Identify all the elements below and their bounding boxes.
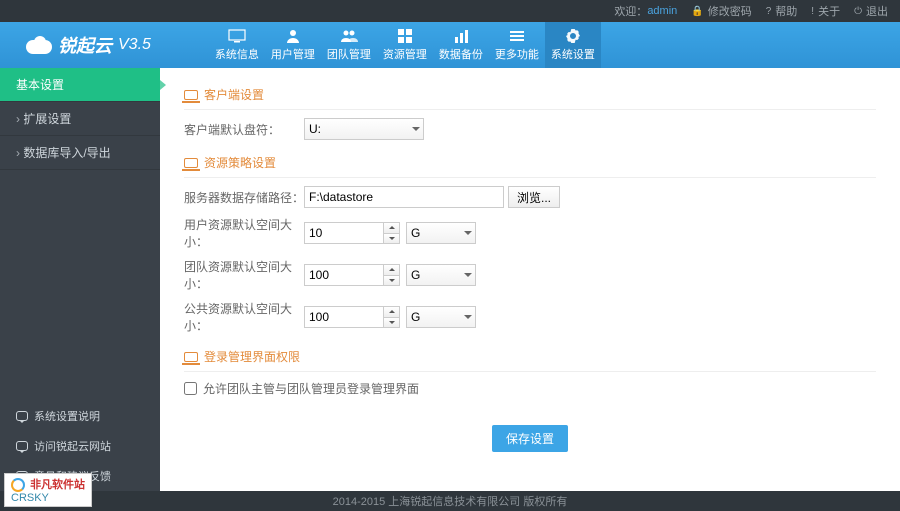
sidebar-item[interactable]: 数据库导入/导出 bbox=[0, 136, 160, 170]
size-label: 公共资源默认空间大小： bbox=[184, 300, 304, 334]
wm-line1: 非凡软件站 bbox=[30, 479, 85, 491]
drive-label: 客户端默认盘符： bbox=[184, 121, 304, 138]
sidebar-item[interactable]: 扩展设置 bbox=[0, 102, 160, 136]
size-spinner[interactable] bbox=[384, 264, 400, 286]
nav-monitor[interactable]: 系统信息 bbox=[209, 22, 265, 68]
swirl-icon bbox=[11, 478, 25, 492]
main-nav: 系统信息用户管理团队管理资源管理数据备份更多功能系统设置 bbox=[209, 22, 601, 68]
section-login-label: 登录管理界面权限 bbox=[204, 348, 300, 365]
content-pane: 客户端设置 客户端默认盘符： U: 资源策略设置 服务器数据存储路径： 浏览..… bbox=[160, 68, 900, 491]
unit-select[interactable]: G bbox=[406, 222, 476, 244]
size-input[interactable] bbox=[304, 222, 384, 244]
change-password-label: 修改密码 bbox=[708, 3, 752, 19]
watermark: 非凡软件站 CRSKY bbox=[4, 473, 92, 507]
allow-team-admin-checkbox[interactable] bbox=[184, 382, 197, 395]
path-label: 服务器数据存储路径： bbox=[184, 189, 304, 206]
spin-down-icon[interactable] bbox=[384, 234, 399, 244]
main-header: 锐起云 V3.5 系统信息用户管理团队管理资源管理数据备份更多功能系统设置 bbox=[0, 22, 900, 68]
allow-team-admin-label: 允许团队主管与团队管理员登录管理界面 bbox=[203, 380, 419, 397]
power-icon: ⏻ bbox=[854, 6, 862, 17]
change-password-link[interactable]: 🔒 修改密码 bbox=[691, 3, 751, 19]
spin-down-icon[interactable] bbox=[384, 318, 399, 328]
footer: 2014-2015 上海锐起信息技术有限公司 版权所有 bbox=[0, 491, 900, 511]
monitor-icon bbox=[227, 28, 247, 44]
sidebar-link-label: 访问锐起云网站 bbox=[34, 438, 111, 454]
brand-version: V3.5 bbox=[118, 36, 151, 54]
current-user-link[interactable]: admin bbox=[647, 5, 677, 17]
laptop-icon bbox=[184, 352, 198, 362]
sidebar-link[interactable]: 系统设置说明 bbox=[0, 401, 160, 431]
nav-label: 系统信息 bbox=[215, 46, 259, 62]
path-input[interactable] bbox=[304, 186, 504, 208]
sidebar: 基本设置扩展设置数据库导入/导出 系统设置说明访问锐起云网站意见和建议反馈 bbox=[0, 68, 160, 491]
sidebar-link-label: 系统设置说明 bbox=[34, 408, 100, 424]
brand-name: 锐起云 bbox=[58, 32, 112, 58]
nav-team[interactable]: 团队管理 bbox=[321, 22, 377, 68]
utility-topbar: 欢迎： admin 🔒 修改密码 ?帮助 ! 关于 ⏻ 退出 bbox=[0, 0, 900, 22]
cloud-icon bbox=[26, 36, 52, 54]
bars-icon bbox=[451, 28, 471, 44]
nav-more[interactable]: 更多功能 bbox=[489, 22, 545, 68]
size-spinner[interactable] bbox=[384, 306, 400, 328]
brand-logo: 锐起云 V3.5 bbox=[0, 22, 169, 68]
save-button[interactable]: 保存设置 bbox=[492, 425, 568, 452]
nav-user[interactable]: 用户管理 bbox=[265, 22, 321, 68]
size-input[interactable] bbox=[304, 306, 384, 328]
more-icon bbox=[507, 28, 527, 44]
section-login-title: 登录管理界面权限 bbox=[184, 342, 876, 372]
info-icon: ! bbox=[811, 6, 814, 17]
drive-select[interactable]: U: bbox=[304, 118, 424, 140]
help-icon: ? bbox=[766, 6, 772, 17]
spin-up-icon[interactable] bbox=[384, 265, 399, 276]
nav-gear[interactable]: 系统设置 bbox=[545, 22, 601, 68]
size-label: 团队资源默认空间大小： bbox=[184, 258, 304, 292]
about-label: 关于 bbox=[818, 3, 840, 19]
section-client-label: 客户端设置 bbox=[204, 86, 264, 103]
grid-icon bbox=[395, 28, 415, 44]
laptop-icon bbox=[184, 90, 198, 100]
nav-label: 用户管理 bbox=[271, 46, 315, 62]
welcome-label: 欢迎： bbox=[614, 3, 647, 19]
nav-label: 数据备份 bbox=[439, 46, 483, 62]
sidebar-item[interactable]: 基本设置 bbox=[0, 68, 160, 102]
welcome-text: 欢迎： admin bbox=[614, 3, 677, 19]
bubble-icon bbox=[16, 441, 28, 451]
help-link[interactable]: ?帮助 bbox=[766, 3, 798, 19]
section-resource-title: 资源策略设置 bbox=[184, 148, 876, 178]
nav-bars[interactable]: 数据备份 bbox=[433, 22, 489, 68]
unit-select[interactable]: G bbox=[406, 264, 476, 286]
size-input[interactable] bbox=[304, 264, 384, 286]
bubble-icon bbox=[16, 411, 28, 421]
section-client-title: 客户端设置 bbox=[184, 80, 876, 110]
wm-line2a: CRSKY bbox=[11, 492, 49, 504]
size-label: 用户资源默认空间大小： bbox=[184, 216, 304, 250]
spin-up-icon[interactable] bbox=[384, 223, 399, 234]
help-label: 帮助 bbox=[775, 3, 797, 19]
unit-select[interactable]: G bbox=[406, 306, 476, 328]
spin-down-icon[interactable] bbox=[384, 276, 399, 286]
nav-label: 更多功能 bbox=[495, 46, 539, 62]
sidebar-link[interactable]: 访问锐起云网站 bbox=[0, 431, 160, 461]
logout-label: 退出 bbox=[866, 3, 888, 19]
nav-label: 团队管理 bbox=[327, 46, 371, 62]
nav-label: 资源管理 bbox=[383, 46, 427, 62]
size-spinner[interactable] bbox=[384, 222, 400, 244]
gear-icon bbox=[563, 28, 583, 44]
section-resource-label: 资源策略设置 bbox=[204, 154, 276, 171]
nav-label: 系统设置 bbox=[551, 46, 595, 62]
team-icon bbox=[339, 28, 359, 44]
spin-up-icon[interactable] bbox=[384, 307, 399, 318]
laptop-icon bbox=[184, 158, 198, 168]
nav-grid[interactable]: 资源管理 bbox=[377, 22, 433, 68]
lock-icon: 🔒 bbox=[691, 6, 703, 17]
logout-link[interactable]: ⏻ 退出 bbox=[854, 3, 888, 19]
footer-text: 2014-2015 上海锐起信息技术有限公司 版权所有 bbox=[333, 493, 568, 509]
user-icon bbox=[283, 28, 303, 44]
browse-button[interactable]: 浏览... bbox=[508, 186, 560, 208]
about-link[interactable]: ! 关于 bbox=[811, 3, 840, 19]
